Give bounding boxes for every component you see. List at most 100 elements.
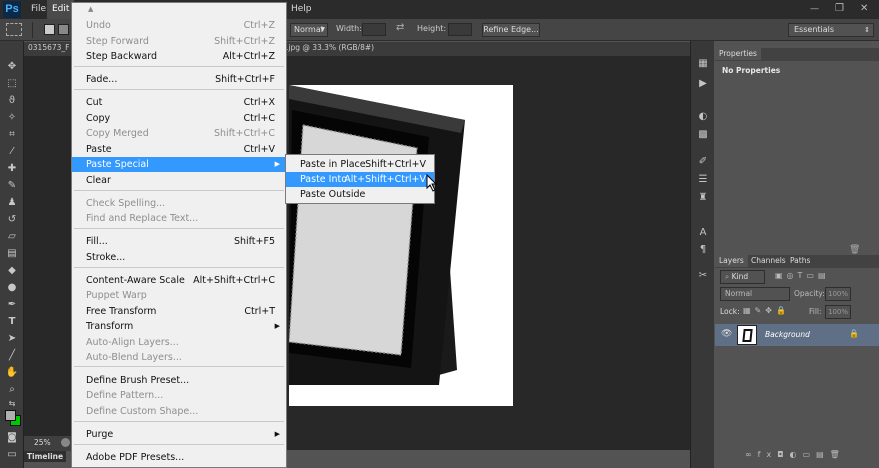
marquee-tool-icon[interactable] (6, 23, 22, 36)
layer-name[interactable]: Background (765, 330, 810, 339)
layers-tab[interactable]: Layers (715, 255, 748, 267)
menu-item-shortcut: Alt+Shift+Ctrl+C (193, 275, 275, 286)
edit-menu-item: Define Custom Shape... (72, 404, 286, 419)
status-menu-icon[interactable] (61, 438, 70, 447)
refine-edge-button[interactable]: Refine Edge... (482, 23, 540, 37)
brush-icon[interactable]: ✎ (5, 180, 19, 192)
type-icon[interactable]: T (5, 316, 19, 328)
edit-menu-item: Auto-Align Layers... (72, 335, 286, 350)
edit-menu-item[interactable]: Cut Ctrl+X (72, 95, 286, 110)
lock-icons[interactable]: ▦✎✥🔒 (743, 306, 790, 315)
edit-menu-item[interactable]: Clear (72, 173, 286, 188)
paths-tab[interactable]: Paths (786, 255, 814, 267)
minimize-icon[interactable]: — (810, 4, 819, 14)
document-tab-title[interactable]: .jpg @ 33.3% (RGB/8#) (286, 43, 374, 52)
crop-icon[interactable]: ⌗ (5, 129, 19, 141)
edit-menu-item[interactable]: Free Transform Ctrl+T (72, 304, 286, 319)
clone-stamp-icon[interactable]: ♟ (5, 197, 19, 209)
edit-menu-item[interactable]: Transform ▶ (72, 319, 286, 334)
edit-menu-item[interactable]: Content-Aware Scale Alt+Shift+Ctrl+C (72, 273, 286, 288)
actions-icon[interactable]: ▶ (696, 78, 710, 90)
brush-preset-icon[interactable]: ✐ (696, 156, 710, 168)
edit-menu-item[interactable]: Define Brush Preset... (72, 373, 286, 388)
gradient-icon[interactable]: ▤ (5, 248, 19, 260)
menu-item-label: Content-Aware Scale (86, 275, 185, 286)
menu-item-shortcut: Shift+Ctrl+F (215, 74, 275, 85)
fill-input[interactable]: 100% (825, 305, 851, 319)
edit-menu-item[interactable]: Paste Special ▶ (72, 157, 286, 172)
edit-menu-item[interactable]: Fill... Shift+F5 (72, 234, 286, 249)
properties-trash-icon[interactable]: 🗑 (849, 245, 860, 255)
add-selection-icon[interactable] (58, 24, 69, 35)
timeline-tab[interactable]: Timeline (24, 451, 66, 462)
style-select[interactable]: Normal ▼ (290, 23, 328, 37)
width-label: Width: (336, 24, 362, 33)
quick-mask-icon[interactable]: ◙ (5, 432, 19, 444)
menu-item-shortcut: Ctrl+C (243, 113, 276, 124)
quick-select-icon[interactable]: ✧ (5, 112, 19, 124)
edit-menu-item[interactable]: Stroke... (72, 250, 286, 265)
paragraph-icon[interactable]: ¶ (696, 244, 710, 256)
channels-tab[interactable]: Channels (747, 255, 790, 267)
layer-row-background[interactable]: 👁 Background 🔒 (715, 324, 879, 346)
opacity-input[interactable]: 100% (825, 287, 851, 301)
blend-mode-select[interactable]: Normal (720, 287, 790, 301)
paste-special-item[interactable]: Paste in Place Shift+Ctrl+V (286, 157, 434, 172)
paste-special-item[interactable]: Paste Outside (286, 187, 434, 202)
edit-menu-item[interactable]: Purge ▶ (72, 427, 286, 442)
swap-colors-icon[interactable]: ⇆ (5, 398, 19, 410)
edit-menu-item[interactable]: Step Backward Alt+Ctrl+Z (72, 49, 286, 64)
edit-menu-item[interactable]: Paste Ctrl+V (72, 142, 286, 157)
clone-source-icon[interactable]: ♜ (696, 192, 710, 204)
path-select-icon[interactable]: ➤ (5, 333, 19, 345)
menu-separator (74, 421, 284, 422)
document-canvas[interactable] (289, 85, 513, 406)
edit-menu-item[interactable]: Adobe PDF Presets... (72, 450, 286, 465)
line-tool-icon[interactable]: ╱ (5, 350, 19, 362)
workspace-select[interactable]: Essentials ⇕ (788, 23, 874, 37)
hand-icon[interactable]: ✋ (5, 367, 19, 379)
new-selection-icon[interactable] (44, 24, 55, 35)
fill-label: Fill: (809, 307, 822, 316)
swap-icon[interactable]: ⇄ (396, 22, 404, 33)
lock-label: Lock: (720, 307, 740, 316)
history-brush-icon[interactable]: ↺ (5, 214, 19, 226)
pen-icon[interactable]: ✒ (5, 299, 19, 311)
properties-tab[interactable]: Properties (715, 48, 761, 60)
layer-filter-select[interactable]: ⌕ Kind (720, 270, 765, 284)
adjustments-icon[interactable]: ☰ (696, 174, 710, 186)
menu-help[interactable]: Help (286, 0, 317, 19)
layer-filter-icons[interactable]: ▣◎T▭▤ (775, 271, 830, 280)
move-tool-icon[interactable]: ✥ (5, 61, 19, 73)
edit-menu-item: Find and Replace Text... (72, 211, 286, 226)
visibility-eye-icon[interactable]: 👁 (721, 329, 732, 339)
character-icon[interactable]: A (696, 227, 710, 239)
edit-menu-item[interactable]: Fade... Shift+Ctrl+F (72, 72, 286, 87)
menu-item-label: Stroke... (86, 252, 126, 263)
zoom-level[interactable]: 25% (34, 438, 51, 447)
healing-brush-icon[interactable]: ✚ (5, 163, 19, 175)
restore-icon[interactable]: ❐ (835, 3, 844, 14)
edit-menu-item[interactable]: Copy Ctrl+C (72, 111, 286, 126)
layer-actions-icons[interactable]: ∞fx◘◐▭▤🗑 (745, 450, 846, 459)
history-icon[interactable]: ▦ (696, 58, 710, 70)
zoom-icon[interactable]: ⌕ (5, 384, 19, 396)
menu-item-shortcut: Shift+Ctrl+V (365, 159, 426, 170)
paste-special-item[interactable]: Paste Into Alt+Shift+Ctrl+V (286, 172, 434, 187)
document-tab-left[interactable]: 0315673_F (28, 43, 69, 52)
width-input[interactable] (362, 23, 386, 36)
tool-presets-icon[interactable]: ✂ (696, 270, 710, 282)
eraser-icon[interactable]: ▱ (5, 231, 19, 243)
swatches-icon[interactable]: ▩ (696, 129, 710, 141)
blur-icon[interactable]: ◆ (5, 265, 19, 277)
color-icon[interactable]: ◐ (696, 111, 710, 123)
screen-mode-icon[interactable]: ▭ (5, 449, 19, 461)
eyedropper-icon[interactable]: ⁄ (5, 146, 19, 158)
scroll-up-icon[interactable]: ▲ (88, 5, 93, 13)
dodge-icon[interactable]: ● (5, 282, 19, 294)
marquee-icon[interactable]: ⬚ (5, 78, 19, 90)
height-input[interactable] (448, 23, 472, 36)
foreground-color-swatch[interactable] (5, 410, 16, 421)
lasso-icon[interactable]: ϑ (5, 95, 19, 107)
close-icon[interactable]: ✕ (860, 3, 868, 14)
